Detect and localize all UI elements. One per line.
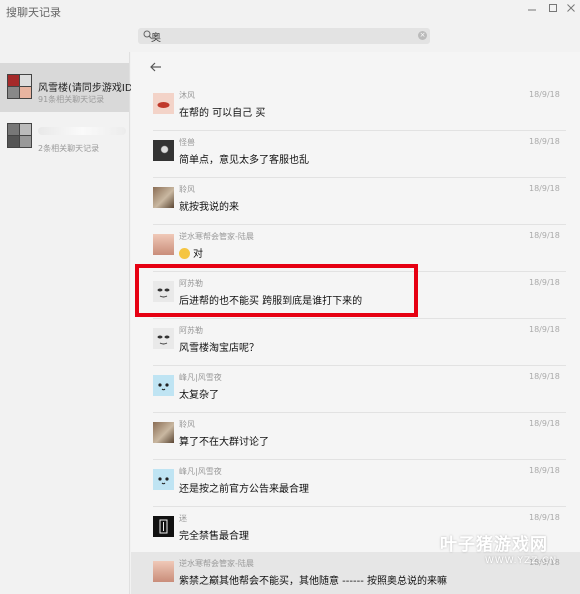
sender-name: 迷 xyxy=(179,514,187,523)
scrollbar[interactable] xyxy=(575,80,579,545)
watermark-brand: 叶子猪游戏网 xyxy=(440,535,548,555)
sender-name: 沐风 xyxy=(179,91,195,100)
sender-name: 聆风 xyxy=(179,420,195,429)
message-row[interactable]: 阿苏勒 风雪楼淘宝店呢？ 18/9/18 xyxy=(131,319,566,366)
message-time: 18/9/18 xyxy=(529,513,560,522)
message-row[interactable]: 沐风 在帮的 可以自己 买 18/9/18 xyxy=(131,84,566,131)
message-row[interactable]: 聆风 算了不在大群讨论了 18/9/18 xyxy=(131,413,566,460)
message-text: 简单点，意见太多了客服也乱 xyxy=(179,155,309,166)
red-highlight-box xyxy=(135,264,418,317)
message-time: 18/9/18 xyxy=(529,90,560,99)
message-text: 太复杂了 xyxy=(179,390,219,401)
avatar xyxy=(153,375,174,396)
message-time: 18/9/18 xyxy=(529,419,560,428)
search-results-panel: 沐风 在帮的 可以自己 买 18/9/18 怪兽 简单点，意见太多了客服也乱 1… xyxy=(131,52,580,594)
sender-name: 聆风 xyxy=(179,185,195,194)
message-text: 还是按之前官方公告来最合理 xyxy=(179,484,309,495)
watermark: 叶子猪游戏网 WWW.YZZ.CN xyxy=(440,530,570,582)
maximize-icon[interactable] xyxy=(545,2,561,18)
conversation-count: 2条相关聊天记录 xyxy=(38,144,100,153)
sender-name: 峰凡|风雪夜 xyxy=(179,373,222,382)
conversation-item-2[interactable]: 2条相关聊天记录 xyxy=(0,112,129,161)
sender-name: 峰凡|风雪夜 xyxy=(179,467,222,476)
message-text: 完全禁售最合理 xyxy=(179,531,249,542)
message-time: 18/9/18 xyxy=(529,278,560,287)
conversation-name: 风雪楼(请同步游戏ID) xyxy=(38,83,137,94)
conversation-item-fengxuelou[interactable]: 风雪楼(请同步游戏ID) 91条相关聊天记录 xyxy=(0,63,136,112)
avatar xyxy=(153,328,174,349)
message-time: 18/9/18 xyxy=(529,372,560,381)
conversation-sidebar: 风雪楼(请同步游戏ID) 91条相关聊天记录 2条相关聊天记录 xyxy=(0,52,136,594)
avatar xyxy=(153,516,174,537)
message-row[interactable]: 峰凡|风雪夜 还是按之前官方公告来最合理 18/9/18 xyxy=(131,460,566,507)
title-bar: 搜聊天记录 xyxy=(0,0,580,22)
sender-name: 逆水寒帮会管家-陆晨 xyxy=(179,232,254,241)
message-text: 在帮的 可以自己 买 xyxy=(179,108,266,119)
avatar xyxy=(153,140,174,161)
arrow-left-icon[interactable] xyxy=(150,60,162,76)
message-text: 就按我说的来 xyxy=(179,202,239,213)
search-value: 奥 xyxy=(151,33,161,44)
message-row[interactable]: 峰凡|风雪夜 太复杂了 18/9/18 xyxy=(131,366,566,413)
message-time: 18/9/18 xyxy=(529,466,560,475)
close-icon[interactable] xyxy=(563,2,579,18)
message-time: 18/9/18 xyxy=(529,325,560,334)
group-avatar xyxy=(7,74,32,99)
search-input[interactable]: 奥 × xyxy=(138,28,430,44)
watermark-url: WWW.YZZ.CN xyxy=(485,556,558,566)
message-time: 18/9/18 xyxy=(529,184,560,193)
message-text: 算了不在大群讨论了 xyxy=(179,437,269,448)
message-time: 18/9/18 xyxy=(529,137,560,146)
sender-name: 阿苏勒 xyxy=(179,326,203,335)
avatar xyxy=(153,234,174,255)
sender-name: 逆水寒帮会管家-陆晨 xyxy=(179,559,254,568)
message-time: 18/9/18 xyxy=(529,231,560,240)
clear-icon[interactable]: × xyxy=(418,31,427,40)
message-text: 紫禁之巅其他帮会不能买，其他随意 ------ 按照奥总说的来嘛 xyxy=(179,576,448,587)
avatar xyxy=(153,187,174,208)
minimize-icon[interactable] xyxy=(524,2,540,18)
avatar xyxy=(153,422,174,443)
message-text-wrapper: 对 xyxy=(179,245,203,260)
grin-emoji-icon xyxy=(179,248,190,259)
message-text: 对 xyxy=(193,249,203,260)
message-row[interactable]: 聆风 就按我说的来 18/9/18 xyxy=(131,178,566,225)
sender-name: 怪兽 xyxy=(179,138,195,147)
message-row[interactable]: 怪兽 简单点，意见太多了客服也乱 18/9/18 xyxy=(131,131,566,178)
blurred-conversation-name xyxy=(38,127,126,135)
window-title: 搜聊天记录 xyxy=(6,6,61,19)
group-avatar xyxy=(7,123,32,148)
avatar xyxy=(153,93,174,114)
avatar xyxy=(153,561,174,582)
conversation-count: 91条相关聊天记录 xyxy=(38,95,105,104)
message-text: 风雪楼淘宝店呢？ xyxy=(179,343,259,354)
avatar xyxy=(153,469,174,490)
